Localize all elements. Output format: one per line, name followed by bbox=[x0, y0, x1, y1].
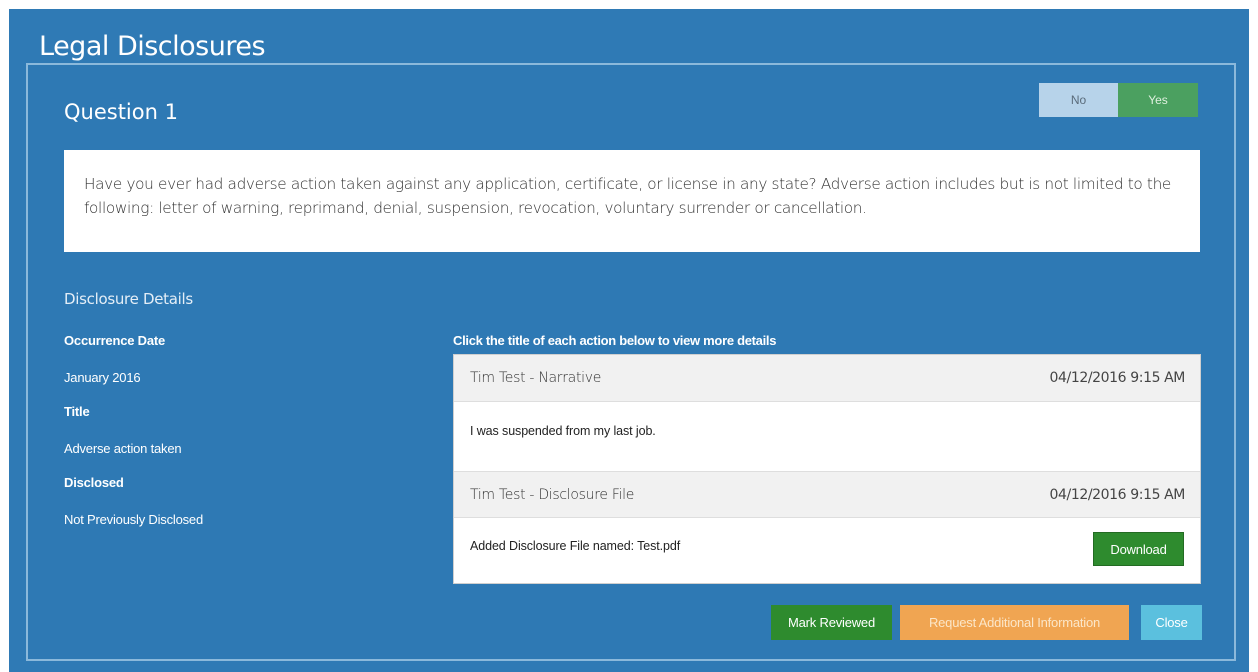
page-title: Legal Disclosures bbox=[39, 31, 266, 62]
toggle-no-button[interactable]: No bbox=[1039, 83, 1118, 117]
yes-no-toggle: No Yes bbox=[1039, 83, 1198, 117]
occurrence-date-label: Occurrence Date bbox=[64, 333, 166, 348]
actions-list: Tim Test - Narrative 04/12/2016 9:15 AM … bbox=[453, 354, 1201, 584]
action-item-file-header[interactable]: Tim Test - Disclosure File 04/12/2016 9:… bbox=[454, 471, 1200, 518]
request-additional-info-button[interactable]: Request Additional Information bbox=[900, 605, 1129, 640]
question-text-box: Have you ever had adverse action taken a… bbox=[64, 150, 1200, 252]
disclosed-label: Disclosed bbox=[64, 475, 124, 490]
toggle-yes-button[interactable]: Yes bbox=[1118, 83, 1198, 117]
action-body: I was suspended from my last job. bbox=[470, 424, 656, 438]
action-title[interactable]: Tim Test - Narrative bbox=[470, 370, 601, 386]
download-button[interactable]: Download bbox=[1093, 532, 1184, 566]
disclosed-value: Not Previously Disclosed bbox=[64, 512, 203, 527]
actions-heading: Click the title of each action below to … bbox=[453, 333, 777, 348]
close-button[interactable]: Close bbox=[1141, 605, 1202, 640]
mark-reviewed-button[interactable]: Mark Reviewed bbox=[771, 605, 892, 640]
disclosure-details-heading: Disclosure Details bbox=[64, 290, 193, 308]
occurrence-date-value: January 2016 bbox=[64, 370, 141, 385]
action-title[interactable]: Tim Test - Disclosure File bbox=[470, 487, 634, 503]
action-item-narrative-header[interactable]: Tim Test - Narrative 04/12/2016 9:15 AM bbox=[454, 355, 1200, 402]
action-body: Added Disclosure File named: Test.pdf bbox=[470, 539, 681, 553]
action-date: 04/12/2016 9:15 AM bbox=[1049, 487, 1186, 503]
title-value: Adverse action taken bbox=[64, 441, 182, 456]
title-label: Title bbox=[64, 404, 90, 419]
question-text: Have you ever had adverse action taken a… bbox=[84, 175, 1171, 217]
question-title: Question 1 bbox=[64, 100, 178, 124]
action-date: 04/12/2016 9:15 AM bbox=[1049, 370, 1186, 386]
